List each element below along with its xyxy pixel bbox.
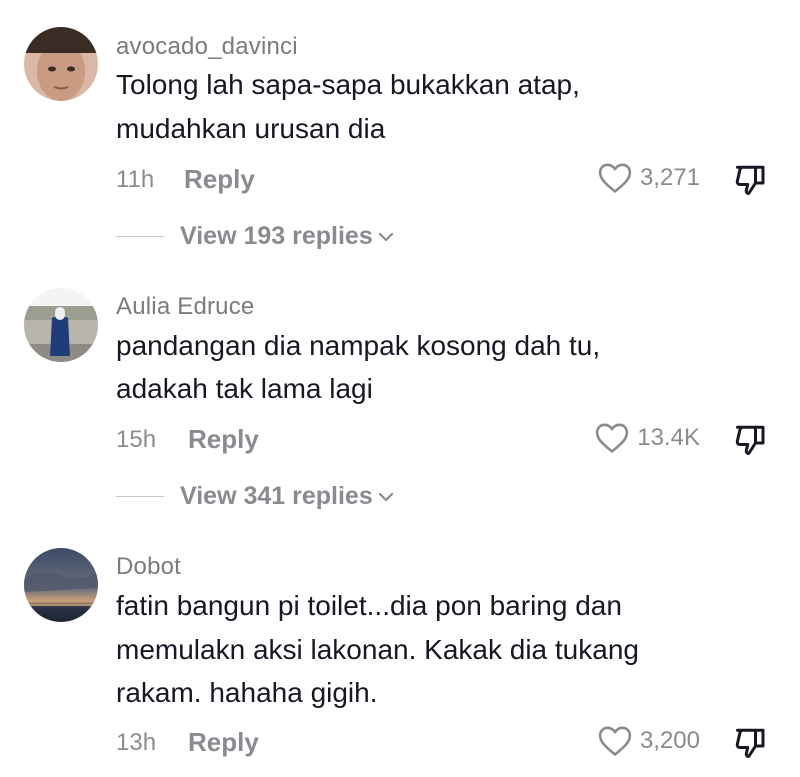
comment-text-line: mudahkan urusan dia (116, 113, 386, 144)
comment-timestamp: 11h (116, 166, 155, 193)
comment-timestamp: 13h (116, 729, 157, 756)
reply-button[interactable]: Reply (184, 164, 255, 195)
thumbs-down-icon (735, 728, 765, 758)
comment-text-line: Tolong lah sapa-sapa bukakkan atap, (116, 69, 580, 100)
like-count: 13.4K (637, 424, 700, 451)
comment-text-line: adakah tak lama lagi (116, 373, 373, 404)
avatar-photo-image (24, 288, 98, 362)
chevron-down-icon (378, 232, 393, 241)
comment-timestamp: 15h (116, 426, 157, 453)
comment-text-line: memulakn aksi lakonan. Kakak dia tukang (116, 634, 639, 665)
like-button[interactable]: 13.4K (595, 422, 700, 454)
comment-text-line: pandangan dia nampak kosong dah tu, (116, 330, 601, 361)
view-replies-button[interactable]: View 341 replies (116, 482, 395, 511)
avatar[interactable] (24, 288, 98, 362)
dislike-button[interactable] (733, 725, 769, 761)
like-button[interactable]: 3,271 (598, 162, 700, 194)
reply-button[interactable]: Reply (188, 727, 259, 758)
avatar[interactable] (24, 27, 98, 101)
avatar-sunset-image (24, 548, 98, 622)
view-replies-label: View 193 replies (180, 222, 373, 250)
like-count: 3,271 (639, 164, 700, 191)
view-replies-button[interactable]: View 193 replies (116, 222, 395, 251)
thumbs-down-icon (735, 425, 765, 455)
reply-button[interactable]: Reply (188, 424, 259, 455)
thumbs-down-icon (735, 165, 765, 195)
heart-outline-icon (598, 726, 632, 756)
view-replies-label: View 341 replies (180, 482, 373, 510)
avatar-face-image (24, 27, 98, 101)
dislike-button[interactable] (733, 162, 769, 198)
comment-username[interactable]: Dobot (116, 553, 181, 581)
heart-outline-icon (596, 423, 629, 453)
comment-text-line: fatin bangun pi toilet...dia pon baring … (116, 590, 622, 621)
comment-text-line: rakam. hahaha gigih. (116, 677, 378, 708)
replies-divider (116, 236, 164, 237)
dislike-button[interactable] (733, 422, 769, 458)
chevron-down-icon (378, 492, 393, 501)
comment-username[interactable]: Aulia Edruce (116, 293, 254, 321)
comment-username[interactable]: avocado_davinci (116, 33, 298, 61)
like-count: 3,200 (639, 727, 700, 754)
replies-divider (116, 496, 164, 497)
like-button[interactable]: 3,200 (598, 725, 700, 757)
avatar[interactable] (24, 548, 98, 622)
heart-outline-icon (598, 163, 632, 193)
